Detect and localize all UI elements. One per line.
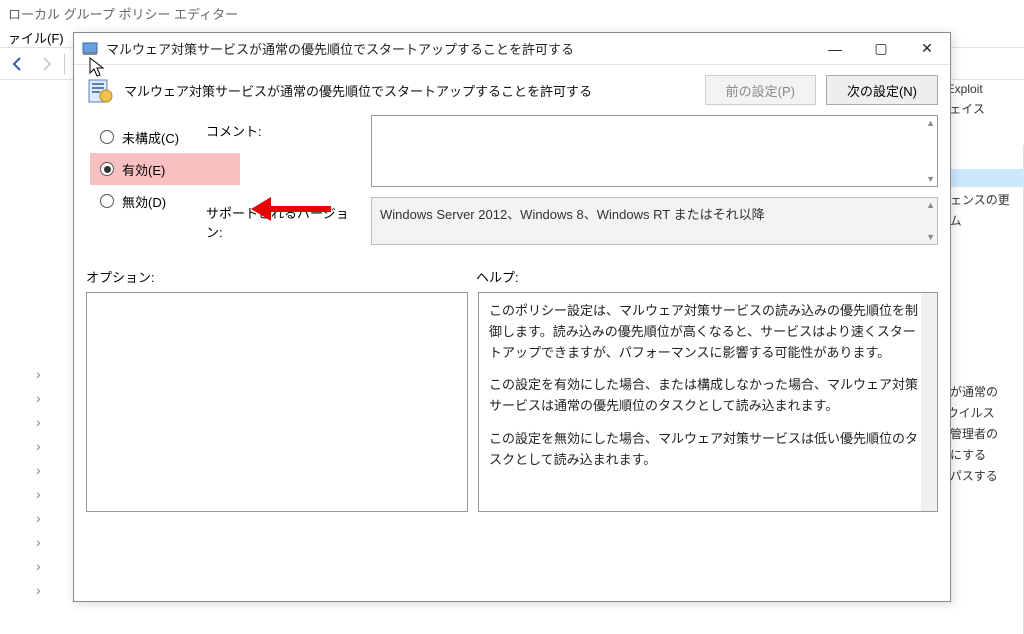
radio-disabled[interactable]: 無効(D) — [90, 185, 206, 217]
dialog-icon — [82, 41, 98, 57]
dialog-title: マルウェア対策サービスが通常の優先順位でスタートアップすることを許可する — [106, 39, 812, 58]
options-pane — [86, 292, 468, 512]
scrollbar[interactable] — [921, 293, 937, 511]
tree-item[interactable] — [0, 578, 70, 602]
radio-icon — [100, 194, 114, 208]
tree-item[interactable] — [0, 530, 70, 554]
scroll-down-icon[interactable]: ▼ — [926, 174, 935, 184]
comment-textarea[interactable]: ▲ ▼ — [371, 115, 938, 187]
tree-item[interactable] — [0, 362, 70, 386]
radio-label: 未構成(C) — [122, 128, 179, 147]
help-text: このポリシー設定は、マルウェア対策サービスの読み込みの優先順位を制御します。読み… — [489, 301, 919, 363]
tree-item[interactable] — [0, 458, 70, 482]
tree-item[interactable] — [0, 410, 70, 434]
parent-title: ローカル グループ ポリシー エディター — [0, 0, 1024, 24]
back-icon[interactable] — [8, 54, 28, 74]
maximize-button[interactable]: ▢ — [858, 34, 904, 64]
supported-value-box: Windows Server 2012、Windows 8、Windows RT… — [371, 197, 938, 245]
dialog-titlebar: マルウェア対策サービスが通常の優先順位でスタートアップすることを許可する — ▢… — [74, 33, 950, 65]
policy-icon — [86, 76, 114, 104]
tree — [0, 362, 70, 602]
next-setting-button[interactable]: 次の設定(N) — [826, 75, 938, 105]
options-label: オプション: — [86, 267, 476, 286]
supported-value: Windows Server 2012、Windows 8、Windows RT… — [380, 207, 765, 222]
scroll-down-icon: ▼ — [926, 232, 935, 242]
minimize-button[interactable]: — — [812, 34, 858, 64]
radio-label: 無効(D) — [122, 192, 166, 211]
tree-item[interactable] — [0, 554, 70, 578]
radio-icon — [100, 162, 114, 176]
forward-icon[interactable] — [36, 54, 56, 74]
previous-setting-button: 前の設定(P) — [705, 75, 816, 105]
radio-icon — [100, 130, 114, 144]
annotation-arrow — [251, 197, 331, 221]
radio-label: 有効(E) — [122, 160, 165, 179]
help-label: ヘルプ: — [476, 267, 519, 286]
tree-item[interactable] — [0, 386, 70, 410]
help-pane: このポリシー設定は、マルウェア対策サービスの読み込みの優先順位を制御します。読み… — [478, 292, 938, 512]
policy-dialog: マルウェア対策サービスが通常の優先順位でスタートアップすることを許可する — ▢… — [73, 32, 951, 602]
close-button[interactable]: ✕ — [904, 34, 950, 64]
tree-item[interactable] — [0, 482, 70, 506]
scroll-up-icon: ▲ — [926, 200, 935, 210]
dialog-header-text: マルウェア対策サービスが通常の優先順位でスタートアップすることを許可する — [124, 81, 695, 100]
help-text: この設定を有効にした場合、または構成しなかった場合、マルウェア対策サービスは通常… — [489, 375, 919, 417]
tree-item[interactable] — [0, 434, 70, 458]
scroll-up-icon[interactable]: ▲ — [926, 118, 935, 128]
radio-not-configured[interactable]: 未構成(C) — [90, 121, 206, 153]
comment-label: コメント: — [206, 115, 361, 140]
help-text: この設定を無効にした場合、マルウェア対策サービスは低い優先順位のタスクとして読み… — [489, 429, 919, 471]
tree-item[interactable] — [0, 506, 70, 530]
